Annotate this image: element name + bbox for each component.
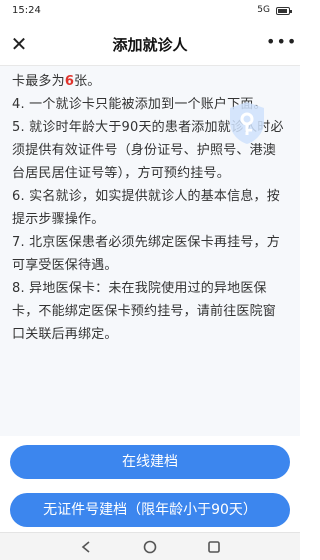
note-line-1: 卡最多为6张。 xyxy=(12,70,284,93)
online-register-button[interactable]: 在线建档 xyxy=(10,445,290,479)
nav-bar: ✕ 添加就诊人 ••• xyxy=(0,22,300,66)
home-icon[interactable] xyxy=(142,539,158,555)
notes-panel[interactable]: 卡最多为6张。 4. 一个就诊卡只能被添加到一个账户下面。 5. 就诊时年龄大于… xyxy=(0,66,300,436)
signal-indicator: 5G xyxy=(257,5,270,15)
page-title: 添加就诊人 xyxy=(112,36,188,54)
recents-icon[interactable] xyxy=(206,539,222,555)
note-line-1-count: 6 xyxy=(64,74,75,89)
battery-icon xyxy=(276,7,292,15)
note-line-1-suffix: 张。 xyxy=(74,74,101,89)
note-item-7: 7. 北京医保患者必须先绑定医保卡再挂号，方可享受医保待遇。 xyxy=(12,235,280,273)
status-bar: 15:24 5G xyxy=(0,0,300,22)
shield-key-icon xyxy=(230,102,264,144)
system-nav-bar xyxy=(0,532,300,560)
note-line-1-text: 卡最多为 xyxy=(12,74,65,89)
back-icon[interactable] xyxy=(78,539,94,555)
note-item-6: 6. 实名就诊，如实提供就诊人的基本信息，按提示步骤操作。 xyxy=(12,189,280,227)
close-icon[interactable]: ✕ xyxy=(8,33,30,55)
no-id-register-button[interactable]: 无证件号建档（限年龄小于90天） xyxy=(10,493,290,527)
more-icon[interactable]: ••• xyxy=(266,34,296,54)
note-item-8: 8. 异地医保卡：未在我院使用过的异地医保卡，不能绑定医保卡预约挂号，请前往医院… xyxy=(12,281,277,342)
signal-label: 5G xyxy=(257,5,270,15)
status-time: 15:24 xyxy=(12,5,41,16)
